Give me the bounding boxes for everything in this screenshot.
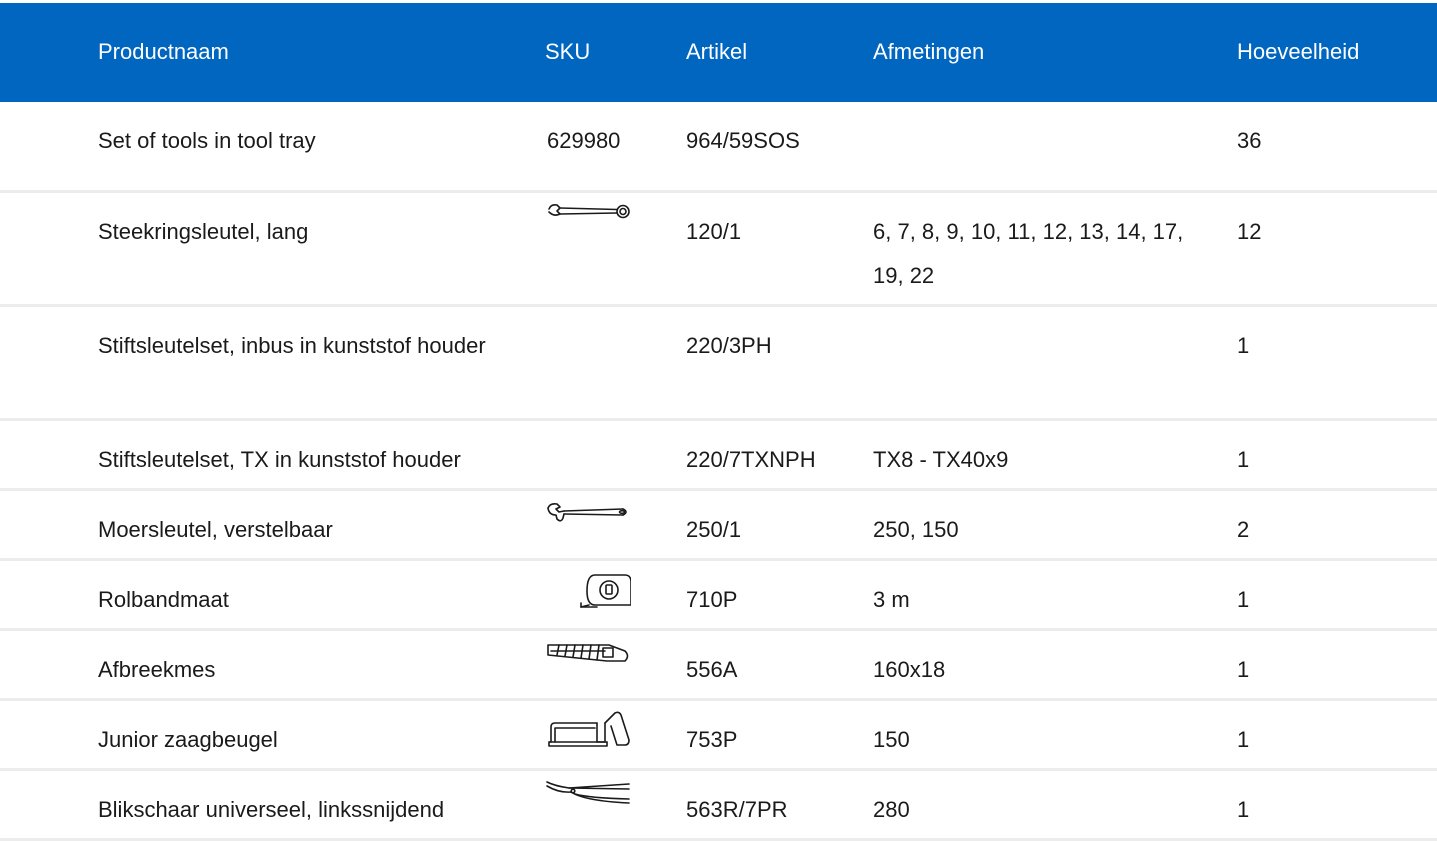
table-row: Set of tools in tool tray 629980 964/59S… (0, 102, 1437, 193)
product-name: Stiftsleutelset, inbus in kunststof houd… (98, 333, 486, 358)
sku-value: 629980 (547, 128, 621, 153)
product-name: Moersleutel, verstelbaar (98, 517, 333, 542)
article-number: 753P (686, 727, 738, 752)
article-number: 964/59SOS (686, 128, 800, 153)
header-dimensions: Afmetingen (873, 39, 985, 64)
product-name: Set of tools in tool tray (98, 128, 316, 153)
table-row: Steekringsleutel, lang 120/1 6, 7, 8, 9,… (0, 193, 1437, 307)
quantity-value: 1 (1237, 797, 1250, 822)
quantity-value: 1 (1237, 333, 1250, 358)
table-row: Blikschaar universeel, linkssnijdend 563… (0, 771, 1437, 841)
adjustable-wrench-icon (545, 496, 631, 536)
table-row: Stiftsleutelset, inbus in kunststof houd… (0, 307, 1437, 421)
quantity-value: 12 (1237, 219, 1262, 244)
product-name: Afbreekmes (98, 657, 216, 682)
header-sku: SKU (545, 39, 591, 64)
dimensions-value: 3 m (873, 587, 910, 612)
dimensions-value: 160x18 (873, 657, 946, 682)
hacksaw-icon (545, 708, 631, 748)
dimensions-value: 280 (873, 797, 910, 822)
dimensions-value: TX8 - TX40x9 (873, 447, 1009, 472)
article-number: 220/3PH (686, 333, 772, 358)
utility-knife-icon (545, 635, 631, 675)
article-number: 563R/7PR (686, 797, 788, 822)
quantity-value: 1 (1237, 447, 1250, 472)
dimensions-value: 250, 150 (873, 517, 959, 542)
quantity-value: 1 (1237, 587, 1250, 612)
table-row: Stiftsleutelset, TX in kunststof houder … (0, 421, 1437, 491)
tin-snips-icon (545, 777, 631, 817)
table-row: Moersleutel, verstelbaar 250/1 250, 150 … (0, 491, 1437, 561)
product-name: Blikschaar universeel, linkssnijdend (98, 797, 445, 822)
article-number: 220/7TXNPH (686, 447, 816, 472)
product-name: Stiftsleutelset, TX in kunststof houder (98, 447, 461, 472)
header-product-name: Productnaam (98, 39, 229, 64)
article-number: 120/1 (686, 219, 742, 244)
dimensions-value: 6, 7, 8, 9, 10, 11, 12, 13, 14, 17, 19, … (873, 219, 1184, 288)
article-number: 710P (686, 587, 738, 612)
table-row: Junior zaagbeugel 753P 150 1 (0, 701, 1437, 771)
article-number: 250/1 (686, 517, 742, 542)
quantity-value: 36 (1237, 128, 1262, 153)
combination-wrench-icon (545, 196, 631, 236)
table-row: Afbreekmes 556A 160x18 1 (0, 631, 1437, 701)
product-table: Productnaam SKU Artikel Afmetingen Hoeve… (0, 0, 1437, 841)
article-number: 556A (686, 657, 738, 682)
product-name: Rolbandmaat (98, 587, 229, 612)
header-article: Artikel (686, 39, 748, 64)
quantity-value: 2 (1237, 517, 1250, 542)
quantity-value: 1 (1237, 727, 1250, 752)
dimensions-value: 150 (873, 727, 910, 752)
product-name: Steekringsleutel, lang (98, 219, 309, 244)
header-quantity: Hoeveelheid (1237, 39, 1360, 64)
quantity-value: 1 (1237, 657, 1250, 682)
product-name: Junior zaagbeugel (98, 727, 278, 752)
table-header: Productnaam SKU Artikel Afmetingen Hoeve… (0, 3, 1437, 102)
tape-measure-icon (545, 569, 631, 609)
table-row: Rolbandmaat 710P 3 m 1 (0, 561, 1437, 631)
